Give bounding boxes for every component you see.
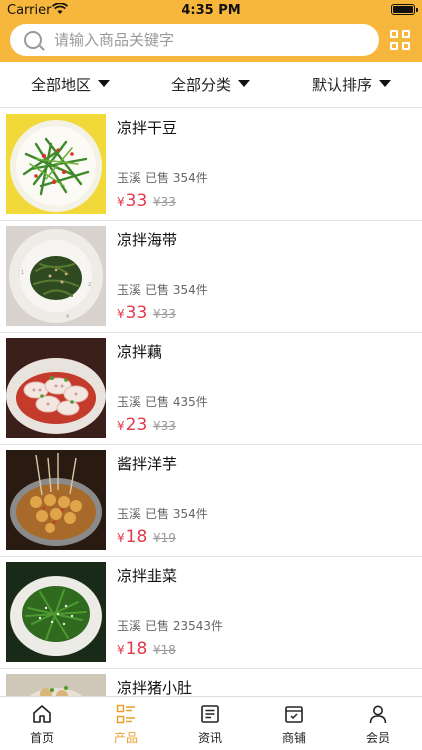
svg-text:1: 1 xyxy=(21,270,24,276)
tab-products-label: 产品 xyxy=(113,731,138,745)
product-name: 凉拌藕 xyxy=(117,343,163,361)
svg-text:2: 2 xyxy=(88,282,91,288)
status-time: 4:35 PM xyxy=(181,3,241,18)
tab-products[interactable]: 产品 xyxy=(84,697,168,750)
tab-member[interactable]: 会员 xyxy=(336,697,420,750)
product-name: 凉拌韭菜 xyxy=(117,567,178,585)
caret-down-icon xyxy=(238,80,251,87)
product-image xyxy=(6,338,106,438)
product-name: 凉拌海带 xyxy=(117,231,178,249)
category-grid-button[interactable] xyxy=(390,30,411,51)
search-icon xyxy=(24,31,42,49)
product-price: ¥33 xyxy=(117,191,147,211)
product-price-value: 33 xyxy=(125,191,148,211)
tab-shop-label: 商铺 xyxy=(281,731,306,745)
product-meta: 玉溪 已售 23543件 xyxy=(117,617,223,634)
product-item[interactable]: 凉拌干豆 玉溪 已售 354件 ¥33 ¥33 xyxy=(0,109,422,221)
tab-news-label: 资讯 xyxy=(197,731,222,745)
product-original-price: ¥18 xyxy=(153,643,176,657)
product-original-price: ¥19 xyxy=(153,531,176,545)
news-icon xyxy=(201,705,219,723)
shop-icon xyxy=(285,706,303,723)
product-sold-count: 已售 354件 xyxy=(145,283,208,297)
product-price-value: 18 xyxy=(125,639,148,659)
tab-news[interactable]: 资讯 xyxy=(168,697,252,750)
product-region: 玉溪 xyxy=(117,507,142,521)
product-image xyxy=(6,562,106,662)
currency-symbol: ¥ xyxy=(117,419,125,433)
caret-down-icon xyxy=(379,80,392,87)
bottom-tab-bar: 首页 产品 资讯 商铺 会员 xyxy=(0,696,422,750)
tab-shop[interactable]: 商铺 xyxy=(252,697,336,750)
filter-region-label: 全部地区 xyxy=(31,76,92,94)
product-region: 玉溪 xyxy=(117,395,142,409)
product-region: 玉溪 xyxy=(117,171,142,185)
product-price: ¥23 xyxy=(117,415,147,435)
member-icon xyxy=(369,705,387,724)
app-screen: Carrier 4:35 PM 全部地区 全部分类 默 xyxy=(0,0,422,750)
product-item[interactable]: 凉拌藕 玉溪 已售 435件 ¥23 ¥33 xyxy=(0,333,422,445)
product-image xyxy=(6,450,106,550)
home-icon xyxy=(33,705,51,723)
product-name: 凉拌干豆 xyxy=(117,119,178,137)
tab-home[interactable]: 首页 xyxy=(0,697,84,750)
product-image xyxy=(6,674,106,696)
product-region: 玉溪 xyxy=(117,619,142,633)
product-sold-count: 已售 354件 xyxy=(145,507,208,521)
currency-symbol: ¥ xyxy=(117,195,125,209)
product-item[interactable]: 1 2 4 凉拌海带 玉溪 已售 354件 ¥33 ¥33 xyxy=(0,221,422,333)
product-sold-count: 已售 435件 xyxy=(145,395,208,409)
currency-symbol: ¥ xyxy=(117,307,125,321)
product-sold-count: 已售 354件 xyxy=(145,171,208,185)
filter-sort-dropdown[interactable]: 默认排序 xyxy=(312,62,392,108)
currency-symbol: ¥ xyxy=(117,643,125,657)
product-item[interactable]: 凉拌韭菜 玉溪 已售 23543件 ¥18 ¥18 xyxy=(0,557,422,669)
product-original-price: ¥33 xyxy=(153,195,176,209)
tab-home-label: 首页 xyxy=(29,731,54,745)
product-price: ¥33 xyxy=(117,303,147,323)
product-price-value: 33 xyxy=(125,303,148,323)
product-region: 玉溪 xyxy=(117,283,142,297)
product-meta: 玉溪 已售 354件 xyxy=(117,169,208,186)
filter-category-label: 全部分类 xyxy=(171,76,232,94)
product-list: 凉拌干豆 玉溪 已售 354件 ¥33 ¥33 124 凉拌海带 玉溪 已售 3… xyxy=(0,109,422,696)
filter-region-dropdown[interactable]: 全部地区 xyxy=(31,62,111,108)
product-sold-count: 已售 23543件 xyxy=(145,619,224,633)
product-name: 凉拌猪小肚 xyxy=(117,679,193,696)
status-bar: Carrier 4:35 PM xyxy=(0,0,422,20)
product-price: ¥18 xyxy=(117,639,147,659)
product-image: 1 2 4 xyxy=(6,226,106,326)
product-price-value: 18 xyxy=(125,527,148,547)
filter-category-dropdown[interactable]: 全部分类 xyxy=(171,62,251,108)
product-item[interactable]: 酱拌洋芋 玉溪 已售 354件 ¥18 ¥19 xyxy=(0,445,422,557)
product-meta: 玉溪 已售 354件 xyxy=(117,505,208,522)
product-image xyxy=(6,114,106,214)
product-name: 酱拌洋芋 xyxy=(117,455,178,473)
product-item[interactable]: 凉拌猪小肚 xyxy=(0,669,422,696)
product-original-price: ¥33 xyxy=(153,307,176,321)
caret-down-icon xyxy=(98,80,111,87)
product-meta: 玉溪 已售 354件 xyxy=(117,281,208,298)
currency-symbol: ¥ xyxy=(117,531,125,545)
top-header: Carrier 4:35 PM xyxy=(0,0,422,62)
product-original-price: ¥33 xyxy=(153,419,176,433)
svg-text:4: 4 xyxy=(66,314,69,320)
product-price-value: 23 xyxy=(125,415,148,435)
filter-sort-label: 默认排序 xyxy=(312,76,373,94)
search-bar[interactable] xyxy=(10,24,379,56)
tab-member-label: 会员 xyxy=(365,731,390,745)
battery-icon xyxy=(391,4,418,15)
product-list-icon xyxy=(116,704,135,724)
product-price: ¥18 xyxy=(117,527,147,547)
filter-bar: 全部地区 全部分类 默认排序 xyxy=(0,62,422,108)
product-meta: 玉溪 已售 435件 xyxy=(117,393,208,410)
search-input[interactable] xyxy=(54,28,364,52)
